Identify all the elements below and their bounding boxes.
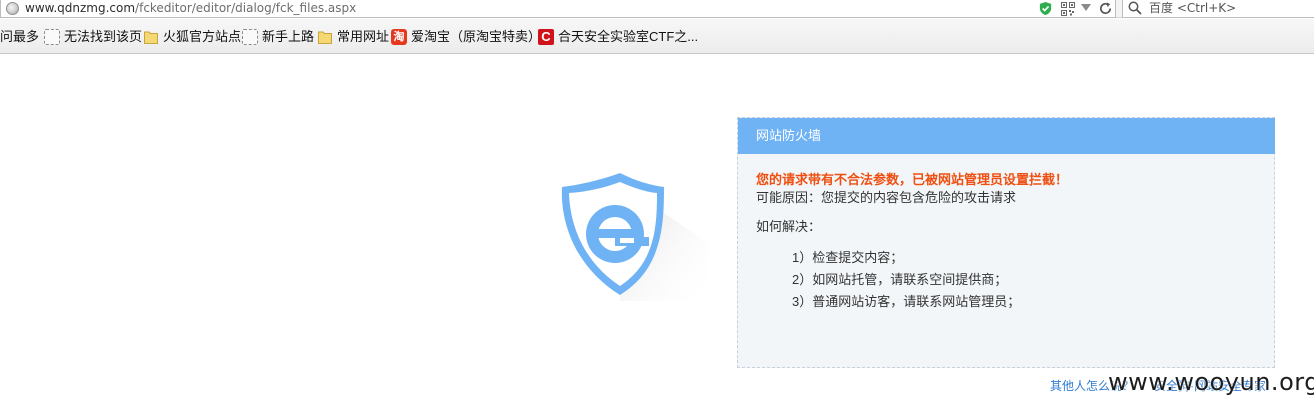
firewall-title: 网站防火墙 [738, 118, 1275, 154]
folder-icon [318, 31, 332, 44]
bookmark-label: 问最多 [0, 29, 40, 44]
bookmarks-bar: 问最多 无法找到该页 火狐官方站点 新手上路 常用网址 淘 爱淘宝（原淘宝特卖）… [0, 19, 1314, 54]
url-host: www.qdnzmg.com [25, 1, 136, 15]
url-path: /fckeditor/editor/dialog/fck_files.aspx [135, 1, 357, 15]
solution-step: 3）普通网站访客，请联系网站管理员； [792, 294, 1021, 309]
globe-icon [6, 2, 19, 15]
block-reason: 可能原因：您提交的内容包含危险的攻击请求 [756, 190, 1017, 205]
firewall-panel: 网站防火墙 您的请求带有不合法参数，已被网站管理员设置拦截！ 可能原因：您提交的… [737, 117, 1275, 368]
solution-step: 1）检查提交内容； [792, 250, 904, 265]
solution-heading: 如何解决： [756, 219, 822, 234]
shield-e-logo-icon [561, 173, 708, 301]
solution-steps: 1）检查提交内容； 2）如网站托管，请联系空间提供商； 3）普通网站访客，请联系… [756, 247, 1256, 313]
solution-step: 2）如网站托管，请联系空间提供商； [792, 272, 1008, 287]
bookmark-label: 合天安全实验室CTF之... [558, 29, 699, 44]
qr-code-icon[interactable] [1061, 2, 1075, 16]
browser-toolbar: www.qdnzmg.com/fckeditor/editor/dialog/f… [0, 0, 1314, 18]
history-dropdown-icon[interactable] [1081, 4, 1091, 12]
taobao-icon: 淘 [391, 29, 407, 45]
blocked-warning: 您的请求带有不合法参数，已被网站管理员设置拦截！ [756, 172, 1069, 187]
folder-icon [144, 31, 158, 44]
bookmark-label: 火狐官方站点 [163, 29, 242, 44]
hetian-c-icon: C [538, 29, 554, 45]
firewall-body: 您的请求带有不合法参数，已被网站管理员设置拦截！ 可能原因：您提交的内容包含危险… [756, 171, 1256, 313]
search-placeholder: 百度 <Ctrl+K> [1149, 1, 1237, 15]
search-box[interactable]: 百度 <Ctrl+K> [1122, 0, 1314, 18]
security-shield-icon[interactable] [1038, 1, 1053, 16]
bookmark-label: 无法找到该页 [64, 29, 143, 44]
address-bar[interactable]: www.qdnzmg.com/fckeditor/editor/dialog/f… [0, 0, 1116, 18]
bookmark-label: 新手上路 [262, 29, 315, 44]
reload-icon[interactable] [1098, 1, 1113, 16]
dashed-page-icon [242, 29, 258, 45]
search-icon [1128, 1, 1142, 15]
bookmark-label: 常用网址 [337, 29, 390, 44]
bookmark-label: 爱淘宝（原淘宝特卖） [411, 29, 542, 44]
wooyun-watermark: www.wooyun.org [1108, 368, 1314, 396]
dashed-page-icon [44, 29, 60, 45]
url-text: www.qdnzmg.com/fckeditor/editor/dialog/f… [25, 1, 356, 16]
